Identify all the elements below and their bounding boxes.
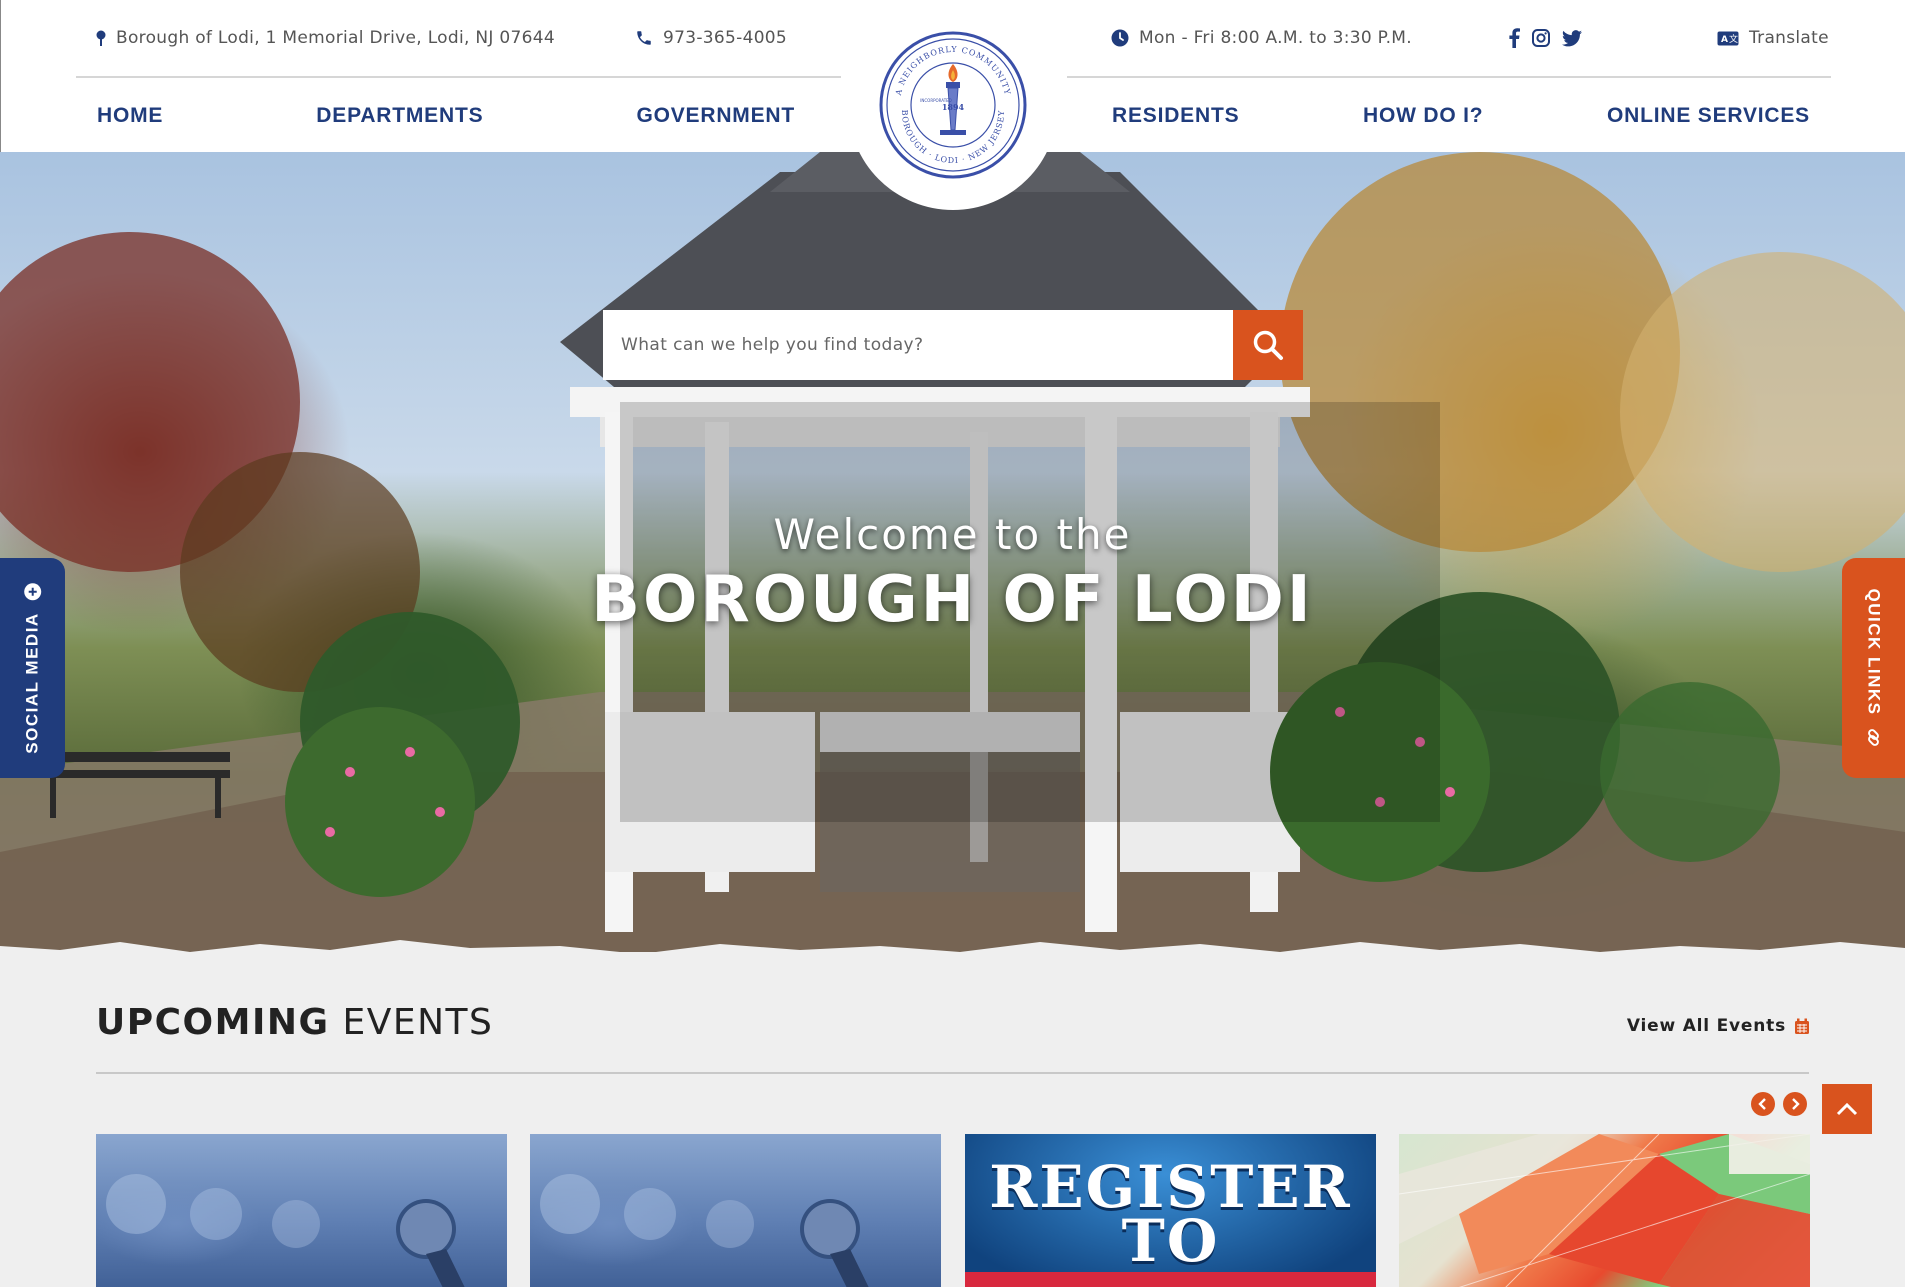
search-icon	[1253, 330, 1283, 360]
quick-links-tab[interactable]: QUICK LINKS	[1842, 558, 1905, 778]
social-media-tab[interactable]: SOCIAL MEDIA	[0, 558, 65, 778]
microphone-image	[106, 1174, 465, 1287]
phone-text: 973-365-4005	[663, 28, 788, 48]
seal-incorporated: INCORPORATED	[920, 98, 952, 103]
event-card[interactable]	[530, 1134, 941, 1287]
vote-line-2: TO	[1121, 1207, 1220, 1275]
facebook-icon[interactable]	[1508, 28, 1520, 48]
nav-government[interactable]: GOVERNMENT	[636, 104, 795, 128]
phone-icon	[637, 31, 651, 45]
borough-seal[interactable]: A NEIGHBORLY COMMUNITY BOROUGH · LODI · …	[848, 0, 1058, 210]
translate-icon: A文	[1717, 31, 1739, 45]
welcome-subtitle: Welcome to the	[773, 510, 1132, 559]
view-all-events-link[interactable]: View All Events	[1627, 1016, 1810, 1036]
events-heading-bold: UPCOMING	[96, 1002, 330, 1043]
nav-online-services[interactable]: ONLINE SERVICES	[1607, 104, 1810, 128]
back-to-top-button[interactable]	[1822, 1084, 1872, 1134]
event-card-register-to-vote[interactable]: REGISTER TO	[965, 1134, 1376, 1287]
events-heading: UPCOMING EVENTS	[96, 1002, 493, 1043]
chevron-left-icon	[1758, 1098, 1766, 1110]
carousel-next-button[interactable]	[1783, 1092, 1807, 1116]
nav-home[interactable]: HOME	[97, 104, 163, 128]
events-divider	[96, 1072, 1809, 1074]
twitter-icon[interactable]	[1561, 29, 1582, 47]
hero-banner: Welcome to the BOROUGH OF LODI	[0, 152, 1905, 952]
carousel-prev-button[interactable]	[1751, 1092, 1775, 1116]
event-card-map[interactable]	[1399, 1134, 1810, 1287]
vote-line-1: REGISTER	[989, 1153, 1352, 1221]
plus-circle-icon	[24, 582, 42, 600]
nav-how-do-i[interactable]: HOW DO I?	[1363, 104, 1483, 128]
translate-button[interactable]: A文 Translate	[1717, 28, 1829, 48]
main-nav-left: HOME DEPARTMENTS GOVERNMENT	[97, 80, 795, 152]
upcoming-events-section: UPCOMING EVENTS View All Events REGISTER…	[0, 952, 1905, 1287]
register-to-vote-image-text: REGISTER TO	[965, 1153, 1376, 1275]
seal-emblem: A NEIGHBORLY COMMUNITY BOROUGH · LODI · …	[879, 31, 1027, 179]
map-pin-icon	[96, 30, 106, 46]
topbar-right: Mon - Fri 8:00 A.M. to 3:30 P.M. A文 Tran…	[1067, 0, 1831, 78]
calendar-icon	[1795, 1018, 1809, 1034]
topbar-left: Borough of Lodi, 1 Memorial Drive, Lodi,…	[76, 0, 841, 78]
link-icon	[1868, 729, 1879, 746]
nav-departments[interactable]: DEPARTMENTS	[316, 104, 483, 128]
event-card[interactable]	[96, 1134, 507, 1287]
seal-year: 1894	[942, 102, 965, 112]
main-nav-right: RESIDENTS HOW DO I? ONLINE SERVICES	[1112, 80, 1810, 152]
quick-links-label: QUICK LINKS	[1864, 588, 1884, 716]
hours-info: Mon - Fri 8:00 A.M. to 3:30 P.M.	[1111, 28, 1412, 48]
welcome-title: BOROUGH OF LODI	[591, 563, 1314, 637]
site-search	[603, 310, 1303, 380]
svg-text:文: 文	[1729, 33, 1738, 45]
events-heading-rest: EVENTS	[342, 1002, 494, 1043]
phone-info[interactable]: 973-365-4005	[635, 28, 787, 48]
search-button[interactable]	[1233, 310, 1303, 380]
zoning-map-image	[1399, 1134, 1810, 1287]
svg-text:A: A	[1721, 35, 1728, 45]
search-input[interactable]	[603, 310, 1233, 380]
welcome-heading: Welcome to the BOROUGH OF LODI	[0, 510, 1905, 637]
instagram-icon[interactable]	[1531, 29, 1550, 47]
chevron-up-icon	[1836, 1102, 1858, 1116]
carousel-controls	[1751, 1092, 1807, 1116]
torn-paper-divider	[0, 940, 1905, 968]
microphone-image	[540, 1174, 869, 1287]
view-all-events-label: View All Events	[1626, 1016, 1786, 1036]
hours-text: Mon - Fri 8:00 A.M. to 3:30 P.M.	[1139, 28, 1412, 48]
clock-icon	[1111, 29, 1129, 47]
address-info: Borough of Lodi, 1 Memorial Drive, Lodi,…	[96, 28, 555, 48]
translate-label: Translate	[1748, 28, 1829, 48]
vote-stripe	[965, 1272, 1376, 1287]
social-media-label: SOCIAL MEDIA	[22, 612, 42, 754]
chevron-right-icon	[1792, 1098, 1800, 1110]
social-links	[1508, 28, 1582, 48]
address-text: Borough of Lodi, 1 Memorial Drive, Lodi,…	[116, 28, 556, 48]
nav-residents[interactable]: RESIDENTS	[1112, 104, 1239, 128]
